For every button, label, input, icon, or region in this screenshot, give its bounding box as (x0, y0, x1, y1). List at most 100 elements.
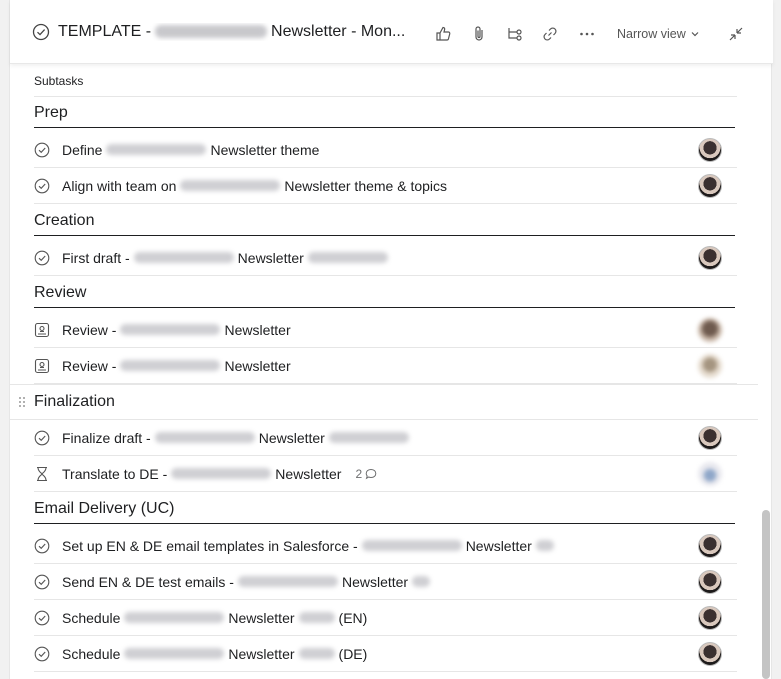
subtask-row[interactable]: Review - Newsletter (34, 348, 737, 384)
like-icon[interactable] (434, 25, 452, 43)
section-review[interactable]: Review (34, 284, 735, 308)
subtask-row[interactable]: Schedule Newsletter (DE) (34, 636, 737, 672)
subtask-text: Set up EN & DE email templates in Salesf… (62, 537, 358, 554)
collapse-icon[interactable] (727, 25, 745, 43)
subtask-text: Newsletter (341, 573, 409, 590)
task-header: TEMPLATE - Newsletter - Mon... Narrow vi… (10, 0, 773, 64)
assignee-avatar[interactable] (698, 138, 722, 162)
assignee-avatar[interactable] (698, 174, 722, 198)
subtask-row[interactable]: Set up EN & DE email templates in Salesf… (34, 528, 737, 564)
subtask-text: First draft - (62, 249, 130, 266)
chevron-down-icon (691, 32, 699, 37)
subtask-text: Schedule (62, 609, 121, 626)
redacted-text (120, 360, 221, 371)
section-rule (34, 235, 735, 236)
redacted-text (412, 576, 431, 587)
redacted-text (124, 612, 225, 623)
redacted-text (180, 180, 281, 191)
task-title[interactable]: TEMPLATE - Newsletter - Mon... (58, 23, 418, 41)
subtask-text: Schedule (62, 645, 121, 662)
subtask-row[interactable]: Review - Newsletter (34, 312, 737, 348)
task-detail-panel: TEMPLATE - Newsletter - Mon... Narrow vi… (9, 0, 773, 679)
subtask-row[interactable]: First draft - Newsletter (34, 240, 737, 276)
complete-check-icon[interactable] (34, 250, 50, 266)
comment-icon (365, 468, 377, 479)
subtask-text: Define (62, 141, 103, 158)
subtask-text: Newsletter (237, 249, 304, 266)
more-icon[interactable] (578, 25, 596, 43)
complete-check-icon[interactable] (34, 178, 50, 194)
assignee-avatar[interactable] (698, 246, 722, 270)
drag-handle-icon[interactable] (18, 396, 26, 408)
subtask-row[interactable]: Schedule Newsletter (EN) (34, 600, 737, 636)
subtask-text: Review - (62, 321, 117, 338)
section-finalization[interactable]: Finalization (10, 384, 758, 420)
redacted-text (120, 324, 221, 335)
assignee-avatar[interactable] (698, 462, 722, 486)
subtask-icon[interactable] (506, 25, 524, 43)
complete-check-icon[interactable] (32, 23, 50, 41)
subtask-text: Newsletter (275, 465, 342, 482)
section-creation[interactable]: Creation (34, 212, 735, 236)
complete-check-icon[interactable] (34, 430, 50, 446)
divider (34, 96, 737, 97)
task-title-prefix: TEMPLATE - (58, 22, 152, 40)
subtask-text: (DE) (338, 645, 368, 662)
section-rule (34, 523, 735, 524)
subtask-text: Newsletter (258, 429, 325, 446)
subtask-row[interactable]: Send EN & DE test emails - Newsletter (34, 564, 737, 600)
section-title: Prep (34, 104, 68, 121)
subtask-text: Align with team on (62, 177, 177, 194)
redacted-text (298, 612, 335, 623)
narrow-view-label: Narrow view (617, 27, 686, 41)
subtask-text: Send EN & DE test emails - (62, 573, 234, 590)
assignee-avatar[interactable] (698, 318, 722, 342)
subtask-text: Translate to DE - (62, 465, 168, 482)
redacted-text (171, 468, 272, 479)
subtask-row[interactable]: Finalize draft - Newsletter (34, 420, 737, 456)
section-rule (34, 127, 735, 128)
subtask-row[interactable]: Translate to DE - Newsletter 2 (34, 456, 737, 492)
assignee-avatar[interactable] (698, 570, 722, 594)
complete-check-icon[interactable] (34, 610, 50, 626)
section-title: Creation (34, 212, 95, 229)
section-email-delivery[interactable]: Email Delivery (UC) (34, 500, 735, 524)
assignee-avatar[interactable] (698, 534, 722, 558)
redacted-text (106, 144, 207, 155)
redacted-text (133, 252, 234, 263)
subtask-row[interactable]: Align with team on Newsletter theme & top… (34, 168, 737, 204)
complete-check-icon[interactable] (34, 574, 50, 590)
assignee-avatar[interactable] (698, 606, 722, 630)
redacted-text (298, 648, 335, 659)
subtasks-list: Subtasks Prep Define Newsletter theme Ali… (10, 64, 773, 679)
complete-check-icon[interactable] (34, 646, 50, 662)
subtask-text: Newsletter theme (210, 141, 320, 158)
subtask-text: Finalize draft - (62, 429, 151, 446)
approval-icon[interactable] (34, 358, 50, 374)
subtask-text: (EN) (338, 609, 368, 626)
assignee-avatar[interactable] (698, 354, 722, 378)
comment-count-value: 2 (355, 466, 363, 481)
attachment-icon[interactable] (470, 25, 488, 43)
link-icon[interactable] (541, 25, 559, 43)
assignee-avatar[interactable] (698, 642, 722, 666)
subtask-text: Review - (62, 357, 117, 374)
redacted-text (307, 252, 388, 263)
complete-check-icon[interactable] (34, 142, 50, 158)
comment-count[interactable]: 2 (355, 467, 377, 481)
narrow-view-dropdown[interactable]: Narrow view (617, 27, 700, 41)
assignee-avatar[interactable] (698, 426, 722, 450)
scrollbar[interactable] (762, 510, 770, 679)
subtask-row[interactable]: Define Newsletter theme (34, 132, 737, 168)
subtask-text: Newsletter (465, 537, 532, 554)
section-prep[interactable]: Prep (34, 104, 735, 128)
complete-check-icon[interactable] (34, 538, 50, 554)
section-title: Finalization (34, 393, 115, 410)
subtask-text: Newsletter theme & topics (284, 177, 448, 194)
section-title: Review (34, 284, 87, 301)
section-title: Email Delivery (UC) (34, 500, 175, 517)
redacted-text (535, 540, 554, 551)
hourglass-icon[interactable] (34, 466, 50, 482)
task-title-suffix: Newsletter - Mon... (271, 22, 406, 40)
approval-icon[interactable] (34, 322, 50, 338)
